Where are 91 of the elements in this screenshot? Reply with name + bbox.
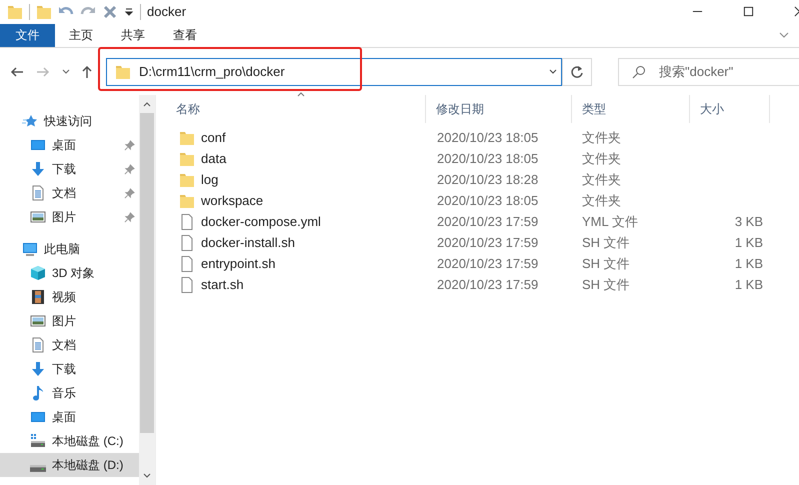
size-cell: 1 KB xyxy=(734,277,763,292)
document-icon xyxy=(30,185,46,201)
nav-item[interactable]: 下载 xyxy=(0,157,139,181)
nav-item[interactable]: 图片 xyxy=(0,309,139,333)
up-icon[interactable] xyxy=(80,64,94,78)
film-icon xyxy=(30,289,46,305)
address-field[interactable]: D:\crm11\crm_pro\docker xyxy=(106,58,562,86)
star-icon xyxy=(22,113,38,129)
date-cell-text: 2020/10/23 18:05 xyxy=(436,130,540,145)
nav-item[interactable]: 图片 xyxy=(0,205,139,229)
type-cell-text: SH 文件 xyxy=(581,234,631,252)
scrollbar-thumb[interactable] xyxy=(140,113,154,433)
size-cell: 3 KB xyxy=(734,214,763,229)
window-title: docker xyxy=(147,4,186,20)
type-cell-text: 文件夹 xyxy=(581,170,622,188)
scroll-down-icon[interactable] xyxy=(143,473,151,479)
folder-icon xyxy=(36,4,52,20)
nav-item[interactable]: 本地磁盘 (C:) xyxy=(0,429,139,453)
folder-icon xyxy=(179,172,195,188)
picture-icon xyxy=(30,209,46,225)
folder-icon xyxy=(179,150,195,166)
nav-item[interactable]: 快速访问 xyxy=(0,109,139,133)
scroll-up-icon[interactable] xyxy=(143,101,151,107)
folder-icon xyxy=(179,130,195,146)
music-note-icon xyxy=(30,385,46,401)
date-cell-text: 2020/10/23 17:59 xyxy=(436,277,540,292)
column-header[interactable]: 修改日期 xyxy=(426,95,572,123)
nav-item[interactable]: 本地磁盘 (D:) xyxy=(0,453,139,477)
date-cell-text: 2020/10/23 17:59 xyxy=(436,256,540,271)
back-icon[interactable] xyxy=(10,64,24,78)
column-header[interactable]: 类型 xyxy=(572,95,690,123)
desktop-icon xyxy=(30,137,46,153)
type-cell-text: SH 文件 xyxy=(581,254,631,272)
dropdown-icon[interactable] xyxy=(549,68,557,74)
delete-icon[interactable] xyxy=(102,4,118,20)
picture-icon xyxy=(30,313,46,329)
file-name[interactable]: conf xyxy=(201,130,226,145)
nav-item[interactable]: 文档 xyxy=(0,181,139,205)
refresh-icon xyxy=(570,64,584,78)
computer-icon xyxy=(22,241,38,257)
desktop-icon xyxy=(30,409,46,425)
column-header[interactable]: 大小 xyxy=(690,95,770,123)
dropdown-icon[interactable] xyxy=(124,6,134,17)
file-name[interactable]: entrypoint.sh xyxy=(201,256,276,271)
file-icon xyxy=(179,256,195,272)
size-cell: 1 KB xyxy=(734,235,763,250)
file-name[interactable]: log xyxy=(201,172,218,187)
folder-icon xyxy=(179,192,195,208)
folder-icon xyxy=(115,64,131,80)
file-name[interactable]: workspace xyxy=(201,193,264,208)
nav-item[interactable]: 文档 xyxy=(0,333,139,357)
type-cell-text: 文件夹 xyxy=(581,150,622,168)
type-cell-text: 文件夹 xyxy=(581,128,622,146)
type-cell-text: SH 文件 xyxy=(581,276,631,294)
nav-item[interactable]: 此电脑 xyxy=(0,237,139,261)
nav-item[interactable]: 桌面 xyxy=(0,133,139,157)
recent-dropdown-icon[interactable] xyxy=(62,68,70,74)
date-cell-text: 2020/10/23 17:59 xyxy=(436,214,540,229)
nav-item[interactable]: 3D 对象 xyxy=(0,261,139,285)
file-name[interactable]: start.sh xyxy=(201,277,244,292)
column-header[interactable]: 名称 xyxy=(176,95,426,123)
cube-icon xyxy=(30,265,46,281)
nav-item[interactable]: 音乐 xyxy=(0,381,139,405)
nav-item[interactable]: 下载 xyxy=(0,357,139,381)
file-name[interactable]: data xyxy=(201,151,226,166)
search-icon xyxy=(632,64,646,78)
date-cell-text: 2020/10/23 18:05 xyxy=(436,193,540,208)
down-arrow-icon xyxy=(30,361,46,377)
type-cell-text: 文件夹 xyxy=(581,192,622,210)
search-field[interactable]: 搜索"docker" xyxy=(618,58,799,86)
date-cell-text: 2020/10/23 18:05 xyxy=(436,151,540,166)
date-cell-text: 2020/10/23 17:59 xyxy=(436,235,540,250)
file-icon xyxy=(179,276,195,292)
ribbon-tab[interactable]: 文件 xyxy=(0,24,55,47)
maximize-icon[interactable] xyxy=(743,6,754,18)
file-name[interactable]: docker-install.sh xyxy=(201,235,295,250)
size-cell: 1 KB xyxy=(734,256,763,271)
refresh-button[interactable] xyxy=(562,58,592,86)
down-arrow-icon xyxy=(30,161,46,177)
date-cell-text: 2020/10/23 18:28 xyxy=(436,172,540,187)
file-icon xyxy=(179,214,195,230)
nav-item[interactable]: 桌面 xyxy=(0,405,139,429)
document-icon xyxy=(30,337,46,353)
expand-ribbon-icon[interactable] xyxy=(779,32,789,38)
nav-item[interactable]: 视频 xyxy=(0,285,139,309)
drive-icon xyxy=(30,464,46,472)
file-name[interactable]: docker-compose.yml xyxy=(201,214,321,229)
type-cell-text: YML 文件 xyxy=(581,212,639,230)
folder-icon xyxy=(7,4,23,20)
file-icon xyxy=(179,234,195,250)
system-drive-icon xyxy=(30,433,46,449)
